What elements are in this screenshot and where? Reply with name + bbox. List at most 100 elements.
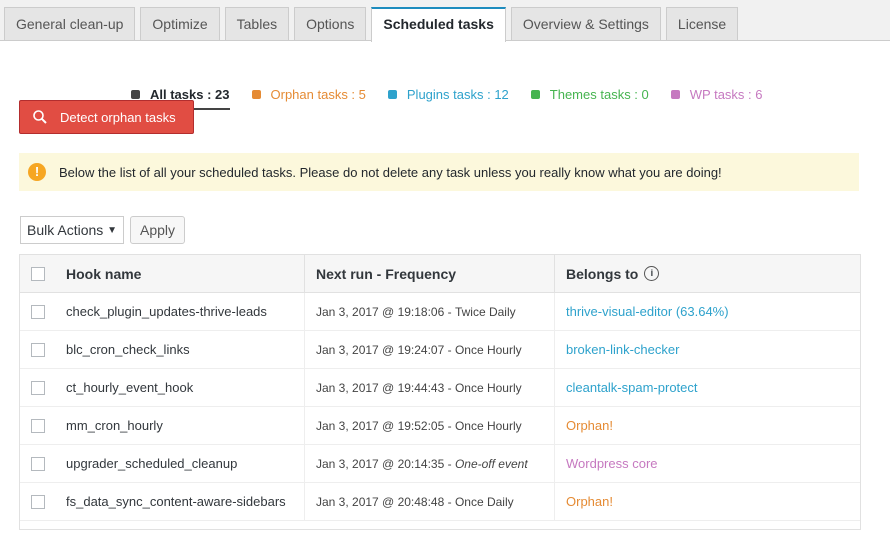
run-time: Jan 3, 2017 @ 19:44:43 [316, 380, 445, 395]
hook-name: fs_data_sync_content-aware-sidebars [56, 483, 305, 520]
hook-name: upgrader_scheduled_cleanup [56, 445, 305, 482]
table-row: upgrader_scheduled_cleanup Jan 3, 2017 @… [20, 445, 860, 483]
next-run: Jan 3, 2017 @ 19:52:05 - Once Hourly [305, 407, 555, 444]
next-run: Jan 3, 2017 @ 19:18:06 - Twice Daily [305, 293, 555, 330]
row-checkbox[interactable] [31, 304, 45, 319]
tab-options[interactable]: Options [294, 7, 367, 41]
row-check-cell [20, 293, 56, 330]
run-time: Jan 3, 2017 @ 20:48:48 [316, 494, 445, 509]
bulk-actions-label: Bulk Actions [27, 222, 104, 238]
row-checkbox[interactable] [31, 342, 45, 357]
notice-text: Below the list of all your scheduled tas… [59, 164, 722, 180]
run-separator: - [444, 380, 455, 395]
core-label: Wordpress core [566, 456, 658, 471]
info-icon[interactable]: i [644, 266, 660, 281]
tab-bar: General clean-up Optimize Tables Options… [4, 7, 743, 42]
belongs-link[interactable]: thrive-visual-editor (63.64%) [566, 304, 729, 319]
filter-dot [251, 89, 261, 99]
run-separator: - [444, 456, 455, 471]
belongs-to: Orphan! [555, 483, 858, 520]
row-check-cell [20, 407, 56, 444]
filter-themes-tasks[interactable]: Themes tasks : 0 [530, 83, 649, 105]
row-check-cell [20, 445, 56, 482]
header-frequency-label: - Frequency [372, 265, 457, 282]
belongs-to: Wordpress core [555, 445, 858, 482]
tab-license[interactable]: License [665, 7, 739, 41]
row-checkbox[interactable] [31, 418, 45, 433]
run-frequency: Twice Daily [454, 304, 516, 319]
table-row: ct_hourly_event_hook Jan 3, 2017 @ 19:44… [20, 369, 860, 407]
select-all-cell [20, 255, 56, 292]
row-check-cell [20, 331, 56, 368]
table-header: Hook name Next run - Frequency Belongs t… [20, 255, 860, 293]
run-frequency: Once Hourly [454, 418, 522, 433]
row-checkbox[interactable] [31, 380, 45, 395]
tab-scheduled-tasks[interactable]: Scheduled tasks [371, 7, 506, 42]
hook-name: check_plugin_updates-thrive-leads [56, 293, 305, 330]
run-separator: - [444, 342, 455, 357]
belongs-link[interactable]: broken-link-checker [566, 342, 679, 357]
table-row: fs_data_sync_content-aware-sidebars Jan … [20, 483, 860, 521]
search-icon [33, 110, 47, 124]
header-next-run-label: Next run [316, 265, 373, 282]
table-row [20, 521, 860, 529]
belongs-link[interactable]: cleantalk-spam-protect [566, 380, 698, 395]
belongs-to: broken-link-checker [555, 331, 858, 368]
belongs-to: thrive-visual-editor (63.64%) [555, 293, 858, 330]
filter-dot [670, 89, 680, 99]
run-time: Jan 3, 2017 @ 19:24:07 [316, 342, 445, 357]
filter-wp-tasks[interactable]: WP tasks : 6 [670, 83, 763, 105]
table-row: check_plugin_updates-thrive-leads Jan 3,… [20, 293, 860, 331]
filter-orphan-tasks[interactable]: Orphan tasks : 5 [251, 83, 366, 105]
run-separator: - [444, 418, 455, 433]
run-frequency: Once Hourly [454, 342, 522, 357]
orphan-label: Orphan! [566, 494, 613, 509]
detect-orphan-tasks-button[interactable]: Detect orphan tasks [19, 100, 194, 134]
apply-button[interactable]: Apply [130, 216, 185, 244]
filter-label: WP tasks : 6 [689, 86, 763, 102]
run-separator: - [444, 494, 455, 509]
detect-button-label: Detect orphan tasks [60, 109, 176, 125]
run-frequency: One-off event [454, 456, 528, 471]
next-run: Jan 3, 2017 @ 19:24:07 - Once Hourly [305, 331, 555, 368]
run-time: Jan 3, 2017 @ 19:18:06 [316, 304, 445, 319]
filter-dot [131, 89, 140, 99]
run-frequency: Once Hourly [454, 380, 522, 395]
select-all-checkbox[interactable] [31, 266, 45, 281]
filter-plugins-tasks[interactable]: Plugins tasks : 12 [387, 83, 509, 105]
header-next-run: Next run - Frequency [305, 255, 555, 292]
run-time: Jan 3, 2017 @ 19:52:05 [316, 418, 445, 433]
table-row: mm_cron_hourly Jan 3, 2017 @ 19:52:05 - … [20, 407, 860, 445]
belongs-to: cleantalk-spam-protect [555, 369, 858, 406]
tab-panel: All tasks : 23 Orphan tasks : 5 Plugins … [0, 40, 890, 560]
tab-optimize[interactable]: Optimize [140, 7, 220, 41]
tab-general-clean-up[interactable]: General clean-up [4, 7, 136, 41]
run-time: Jan 3, 2017 @ 20:14:35 [316, 456, 445, 471]
row-check-cell [20, 483, 56, 520]
belongs-to: Orphan! [555, 407, 858, 444]
hook-name: ct_hourly_event_hook [56, 369, 305, 406]
warning-icon: ! [28, 163, 46, 181]
next-run: Jan 3, 2017 @ 20:14:35 - One-off event [305, 445, 555, 482]
hook-name: mm_cron_hourly [56, 407, 305, 444]
header-belongs-label: Belongs to [566, 265, 639, 282]
row-check-cell [20, 369, 56, 406]
filter-dot [387, 89, 397, 99]
filter-label: Plugins tasks : 12 [406, 86, 509, 102]
bulk-actions-select[interactable]: Bulk Actions ▼ [20, 216, 124, 244]
tab-overview-settings[interactable]: Overview & Settings [510, 7, 661, 41]
row-checkbox[interactable] [31, 456, 45, 471]
next-run: Jan 3, 2017 @ 19:44:43 - Once Hourly [305, 369, 555, 406]
warning-notice: ! Below the list of all your scheduled t… [19, 153, 859, 191]
next-run: Jan 3, 2017 @ 20:48:48 - Once Daily [305, 483, 555, 520]
orphan-label: Orphan! [566, 418, 613, 433]
tab-tables[interactable]: Tables [224, 7, 290, 41]
hook-name: blc_cron_check_links [56, 331, 305, 368]
filter-dot [530, 89, 540, 99]
row-checkbox[interactable] [31, 494, 45, 509]
table-row: blc_cron_check_links Jan 3, 2017 @ 19:24… [20, 331, 860, 369]
chevron-down-icon: ▼ [107, 224, 117, 236]
run-separator: - [444, 304, 455, 319]
header-hook-name: Hook name [56, 255, 305, 292]
task-filters: All tasks : 23 Orphan tasks : 5 Plugins … [131, 83, 785, 110]
